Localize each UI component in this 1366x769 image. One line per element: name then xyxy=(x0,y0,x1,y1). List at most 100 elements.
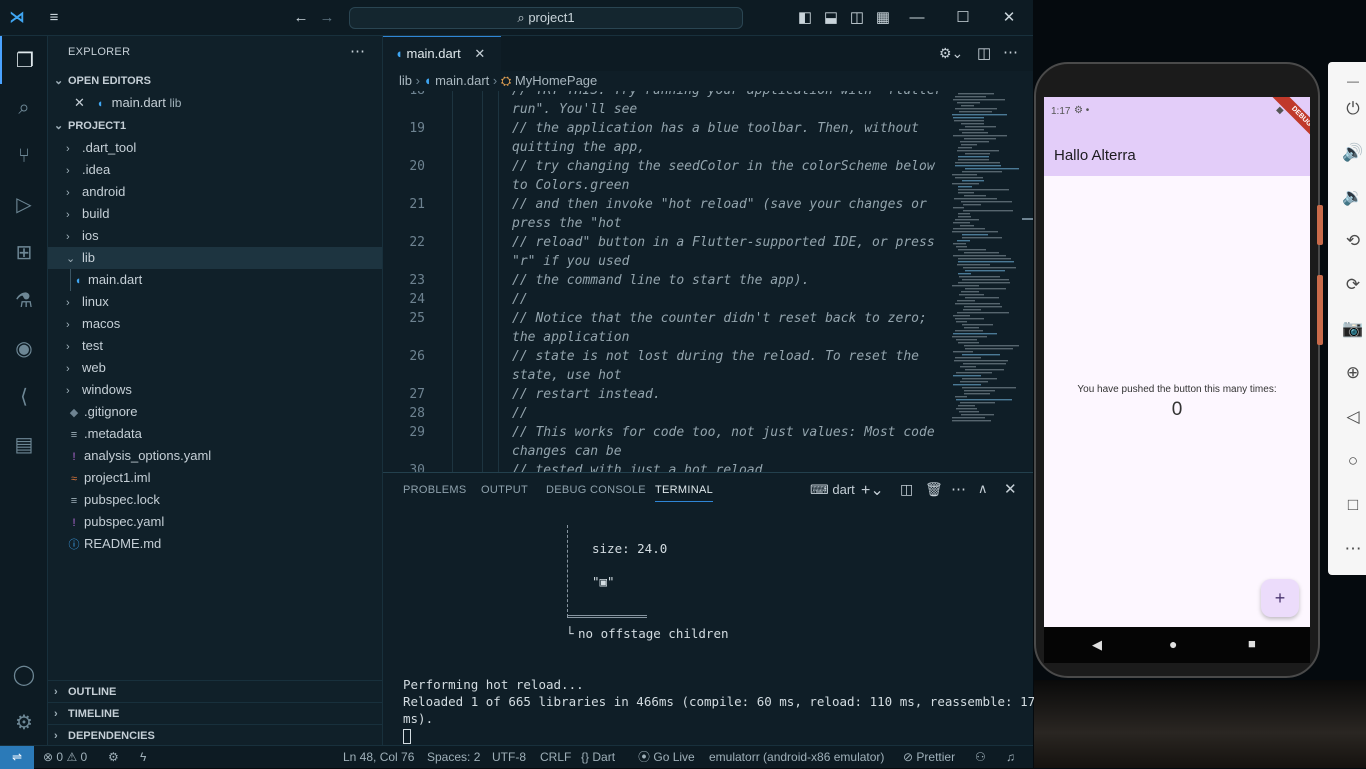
tree-folder[interactable]: › ios xyxy=(48,225,382,247)
tab-output[interactable]: OUTPUT xyxy=(481,484,528,496)
tab-terminal[interactable]: TERMINAL xyxy=(655,484,714,502)
tree-file[interactable]: ! pubspec.yaml xyxy=(48,511,382,533)
tree-folder[interactable]: › android xyxy=(48,181,382,203)
source-control-icon[interactable]: ⑂ xyxy=(0,132,48,180)
forward-arrow-icon[interactable]: → xyxy=(316,8,338,28)
prettier-status[interactable]: ⊘ Prettier xyxy=(903,746,955,768)
search-view-icon[interactable]: ⌕ xyxy=(0,84,48,132)
nav-home-icon[interactable]: ● xyxy=(1169,636,1177,652)
tab-problems[interactable]: PROBLEMS xyxy=(403,484,467,496)
breadcrumb-folder[interactable]: lib xyxy=(399,73,412,88)
increment-fab[interactable]: + xyxy=(1261,579,1299,617)
customize-layout-icon[interactable]: ▦ xyxy=(872,8,894,28)
timeline-section[interactable]: › TIMELINE xyxy=(48,702,383,724)
phone-screen[interactable]: 1:17 ⚙ • ◆ Hallo Alterra DEBUG You have … xyxy=(1044,97,1310,627)
emulator-back-icon[interactable]: ◁ xyxy=(1340,404,1366,430)
emulator-power-icon[interactable]: ⏻ xyxy=(1340,96,1366,122)
zoom-icon[interactable]: ⊕ xyxy=(1340,360,1366,386)
rotate-right-icon[interactable]: ⟳ xyxy=(1340,272,1366,298)
split-terminal-icon[interactable]: ◫ xyxy=(900,481,913,498)
kill-terminal-icon[interactable]: 🗑 xyxy=(925,481,943,498)
volume-down-icon[interactable]: 🔉 xyxy=(1340,184,1366,210)
tree-file[interactable]: ≈ project1.iml xyxy=(48,467,382,489)
tab-debug-console[interactable]: DEBUG CONSOLE xyxy=(546,484,646,496)
breadcrumb-symbol[interactable]: MyHomePage xyxy=(515,73,597,88)
new-terminal-icon[interactable]: +⌄ xyxy=(861,480,884,500)
volume-up-icon[interactable]: 🔊 xyxy=(1340,140,1366,166)
language-mode[interactable]: {} Dart xyxy=(581,746,615,768)
nav-back-icon[interactable]: ◀ xyxy=(1092,637,1102,653)
feedback-icon[interactable]: ⚇ xyxy=(975,746,986,768)
panel-more-icon[interactable]: ⋯ xyxy=(951,480,966,498)
close-panel-icon[interactable]: ✕ xyxy=(1004,480,1017,498)
line-ending[interactable]: CRLF xyxy=(540,746,571,768)
tree-folder[interactable]: › .idea xyxy=(48,159,382,181)
emulator-close-icon[interactable]: — xyxy=(1340,68,1366,94)
run-debug-icon[interactable]: ▷ xyxy=(0,180,48,228)
maximize-icon[interactable]: ☐ xyxy=(952,8,974,28)
dependencies-section[interactable]: › DEPENDENCIES xyxy=(48,724,383,746)
minimap[interactable] xyxy=(950,91,1020,472)
open-editor-item[interactable]: ✕ ◖ main.dart lib xyxy=(48,92,382,114)
device-selector[interactable]: emulatorr (android-x86 emulator) xyxy=(709,746,884,768)
flutter-icon[interactable]: ⟨ xyxy=(0,372,48,420)
tree-file[interactable]: ≡ pubspec.lock xyxy=(48,489,382,511)
split-editor-icon[interactable]: ◫ xyxy=(977,44,991,62)
tree-file[interactable]: ◖ main.dart xyxy=(48,269,382,291)
go-live-button[interactable]: ⦿ Go Live xyxy=(638,746,695,768)
close-tab-icon[interactable]: ✕ xyxy=(474,46,485,61)
project-section[interactable]: ⌄ PROJECT1 xyxy=(48,115,383,137)
emulator-home-icon[interactable]: ○ xyxy=(1340,448,1366,474)
tree-file[interactable]: ⓘ README.md xyxy=(48,533,382,555)
tree-folder[interactable]: › build xyxy=(48,203,382,225)
toggle-secondary-sidebar-icon[interactable]: ◫ xyxy=(846,8,868,28)
tree-folder[interactable]: › .dart_tool xyxy=(48,137,382,159)
close-icon[interactable]: ✕ xyxy=(74,92,92,114)
tree-folder[interactable]: › windows xyxy=(48,379,382,401)
tree-file[interactable]: ≡ .metadata xyxy=(48,423,382,445)
maximize-panel-icon[interactable]: ∧ xyxy=(978,481,988,497)
settings-gear-icon[interactable]: ⚙ xyxy=(0,698,48,746)
tree-folder[interactable]: › test xyxy=(48,335,382,357)
encoding[interactable]: UTF-8 xyxy=(492,746,526,768)
open-editors-section[interactable]: ⌄ OPEN EDITORS xyxy=(48,70,383,92)
screenshot-icon[interactable]: 📷 xyxy=(1340,316,1366,342)
flash-icon[interactable]: ϟ xyxy=(140,746,146,768)
minimize-icon[interactable]: — xyxy=(906,8,928,28)
remote-icon[interactable]: ⇌ xyxy=(0,746,34,769)
github-icon[interactable]: ◉ xyxy=(0,324,48,372)
tree-file[interactable]: ◆ .gitignore xyxy=(48,401,382,423)
tree-folder[interactable]: › macos xyxy=(48,313,382,335)
outline-section[interactable]: › OUTLINE xyxy=(48,680,383,702)
code-editor[interactable]: 18 // TRY THIS: Try running your applicat… xyxy=(383,91,950,472)
explorer-icon[interactable]: ❐ xyxy=(0,36,48,84)
rotate-left-icon[interactable]: ⟲ xyxy=(1340,228,1366,254)
menu-icon[interactable]: ≡ xyxy=(43,8,65,28)
run-debug-dropdown-icon[interactable]: ⚙⌄ xyxy=(939,45,963,62)
tab-main-dart[interactable]: ◖ main.dart ✕ xyxy=(383,36,501,71)
testing-icon[interactable]: ⚗ xyxy=(0,276,48,324)
terminal-selector[interactable]: ⌨ dart xyxy=(810,482,855,498)
extensions-icon[interactable]: ⊞ xyxy=(0,228,48,276)
cursor-position[interactable]: Ln 48, Col 76 xyxy=(343,746,414,768)
editor-scrollbar[interactable] xyxy=(1022,218,1033,220)
toggle-primary-sidebar-icon[interactable]: ◧ xyxy=(794,8,816,28)
tree-folder[interactable]: › web xyxy=(48,357,382,379)
close-window-icon[interactable]: ✕ xyxy=(998,8,1020,28)
indentation[interactable]: Spaces: 2 xyxy=(427,746,480,768)
emulator-more-icon[interactable]: ⋯ xyxy=(1340,536,1366,562)
tree-folder[interactable]: › linux xyxy=(48,291,382,313)
problems-status[interactable]: ⊗ 0 ⚠ 0 xyxy=(43,746,87,768)
breadcrumb-file[interactable]: main.dart xyxy=(435,73,489,88)
notifications-bell-icon[interactable]: ♫ xyxy=(1006,746,1015,768)
tree-file[interactable]: ! analysis_options.yaml xyxy=(48,445,382,467)
command-center-search[interactable]: ⌕ project1 xyxy=(349,7,743,29)
accounts-icon[interactable]: ◯ xyxy=(0,650,48,698)
more-actions-icon[interactable]: ⋯ xyxy=(350,42,365,60)
back-arrow-icon[interactable]: ← xyxy=(290,8,312,28)
tree-folder[interactable]: ⌄ lib xyxy=(48,247,382,269)
debug-icon[interactable]: ⚙ xyxy=(108,746,119,768)
notes-icon[interactable]: ▤ xyxy=(0,420,48,468)
toggle-panel-icon[interactable]: ⬓ xyxy=(820,8,842,28)
emulator-overview-icon[interactable]: □ xyxy=(1340,492,1366,518)
